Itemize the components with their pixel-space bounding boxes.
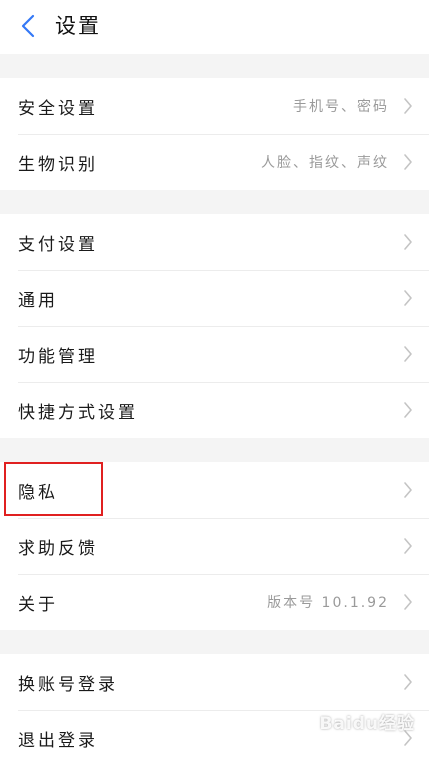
settings-item-security[interactable]: 安全设置 手机号、密码 [0, 78, 429, 134]
header-bar: 设置 [0, 0, 429, 54]
chevron-right-icon [404, 154, 412, 170]
settings-item-features[interactable]: 功能管理 [0, 326, 429, 382]
settings-group-general: 支付设置 通用 功能管理 快捷方式设置 [0, 214, 429, 438]
settings-item-biometrics[interactable]: 生物识别 人脸、指纹、声纹 [0, 134, 429, 190]
chevron-right-icon [404, 290, 412, 306]
chevron-right-icon [404, 402, 412, 418]
settings-item-about[interactable]: 关于 版本号 10.1.92 [0, 574, 429, 630]
settings-item-label: 快捷方式设置 [18, 402, 138, 423]
settings-item-value: 版本号 10.1.92 [267, 595, 389, 611]
chevron-right-icon [404, 594, 412, 610]
watermark-logo: Baidu经验 [319, 714, 415, 734]
chevron-right-icon [404, 98, 412, 114]
settings-item-privacy[interactable]: 隐私 [0, 462, 429, 518]
settings-item-label: 通用 [18, 290, 58, 311]
settings-item-label: 安全设置 [18, 98, 98, 119]
settings-item-payment[interactable]: 支付设置 [0, 214, 429, 270]
chevron-right-icon [404, 674, 412, 690]
settings-group-about: 隐私 求助反馈 关于 版本号 10.1.92 [0, 462, 429, 630]
settings-item-label: 功能管理 [18, 346, 98, 367]
page-title: 设置 [55, 14, 101, 38]
back-button[interactable] [10, 8, 46, 44]
settings-item-label: 退出登录 [18, 730, 98, 751]
settings-item-label: 关于 [18, 594, 58, 615]
settings-item-label: 生物识别 [18, 154, 98, 175]
settings-group-account: 安全设置 手机号、密码 生物识别 人脸、指纹、声纹 [0, 78, 429, 190]
settings-item-feedback[interactable]: 求助反馈 [0, 518, 429, 574]
chevron-right-icon [404, 482, 412, 498]
settings-item-general[interactable]: 通用 [0, 270, 429, 326]
chevron-right-icon [404, 346, 412, 362]
chevron-left-icon [21, 14, 35, 38]
settings-item-label: 求助反馈 [18, 538, 98, 559]
settings-item-label: 支付设置 [18, 234, 98, 255]
settings-item-value: 人脸、指纹、声纹 [261, 155, 389, 171]
chevron-right-icon [404, 234, 412, 250]
settings-item-value: 手机号、密码 [293, 99, 389, 115]
settings-item-label: 换账号登录 [18, 674, 118, 695]
chevron-right-icon [404, 538, 412, 554]
settings-item-switch-account[interactable]: 换账号登录 [0, 654, 429, 710]
settings-item-shortcuts[interactable]: 快捷方式设置 [0, 382, 429, 438]
settings-item-label: 隐私 [18, 482, 58, 503]
